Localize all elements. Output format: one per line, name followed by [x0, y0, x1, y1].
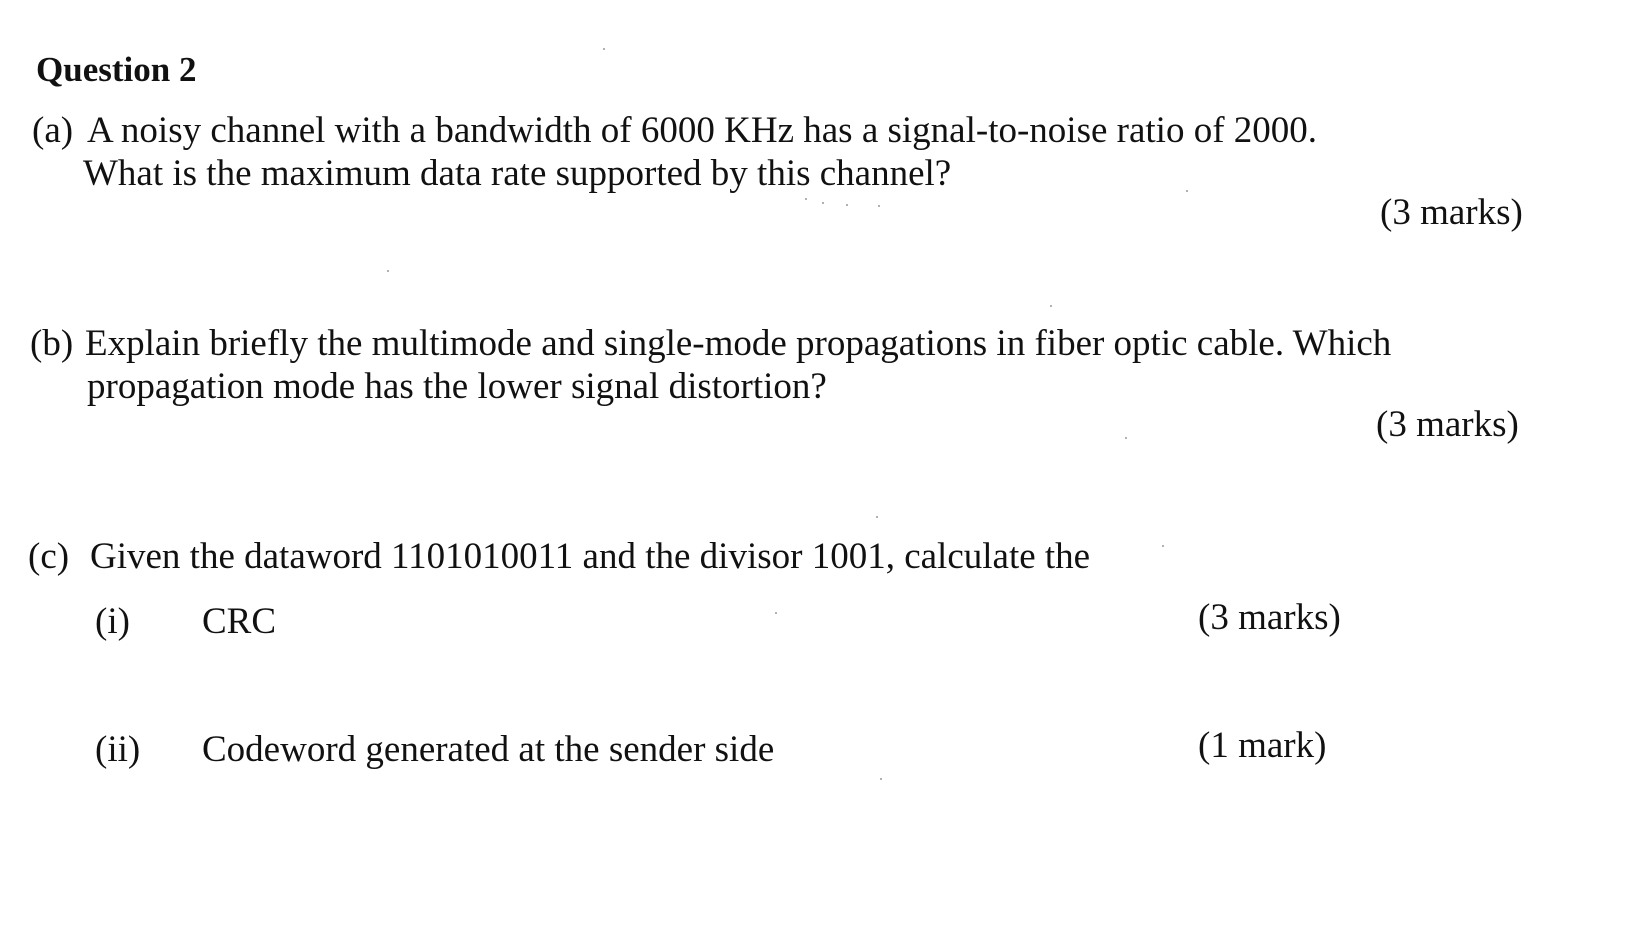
part-c-line1: Given the dataword 1101010011 and the di… — [90, 536, 1091, 577]
scan-speck — [1162, 545, 1164, 547]
scan-speck — [775, 612, 777, 614]
scan-speck — [387, 270, 389, 272]
part-b-line1: Explain briefly the multimode and single… — [85, 323, 1392, 364]
scan-speck — [1125, 437, 1127, 439]
part-b-line2: propagation mode has the lower signal di… — [87, 366, 827, 407]
scan-speck — [876, 516, 878, 518]
part-a-label: (a) — [32, 110, 74, 151]
scan-speck — [846, 204, 848, 206]
part-a-line2: What is the maximum data rate supported … — [83, 153, 952, 194]
scan-speck — [603, 48, 605, 50]
part-c-label: (c) — [28, 536, 70, 577]
part-a-marks: (3 marks) — [1380, 192, 1523, 233]
part-c-ii-label: (ii) — [95, 729, 141, 770]
scan-speck — [880, 778, 882, 780]
scan-speck — [805, 198, 807, 200]
scan-speck — [1050, 305, 1052, 307]
part-c-ii-marks: (1 mark) — [1198, 725, 1327, 766]
question-title: Question 2 — [36, 50, 197, 89]
scan-speck — [878, 205, 880, 207]
part-b-marks: (3 marks) — [1376, 404, 1519, 445]
scan-speck — [822, 202, 824, 204]
part-c-i-marks: (3 marks) — [1198, 597, 1341, 638]
part-a-line1: A noisy channel with a bandwidth of 6000… — [87, 110, 1318, 151]
part-b-label: (b) — [30, 323, 74, 364]
part-c-i-label: (i) — [95, 601, 130, 642]
scan-speck — [1186, 190, 1188, 192]
part-c-i-text: CRC — [202, 601, 277, 642]
part-c-ii-text: Codeword generated at the sender side — [202, 729, 775, 770]
